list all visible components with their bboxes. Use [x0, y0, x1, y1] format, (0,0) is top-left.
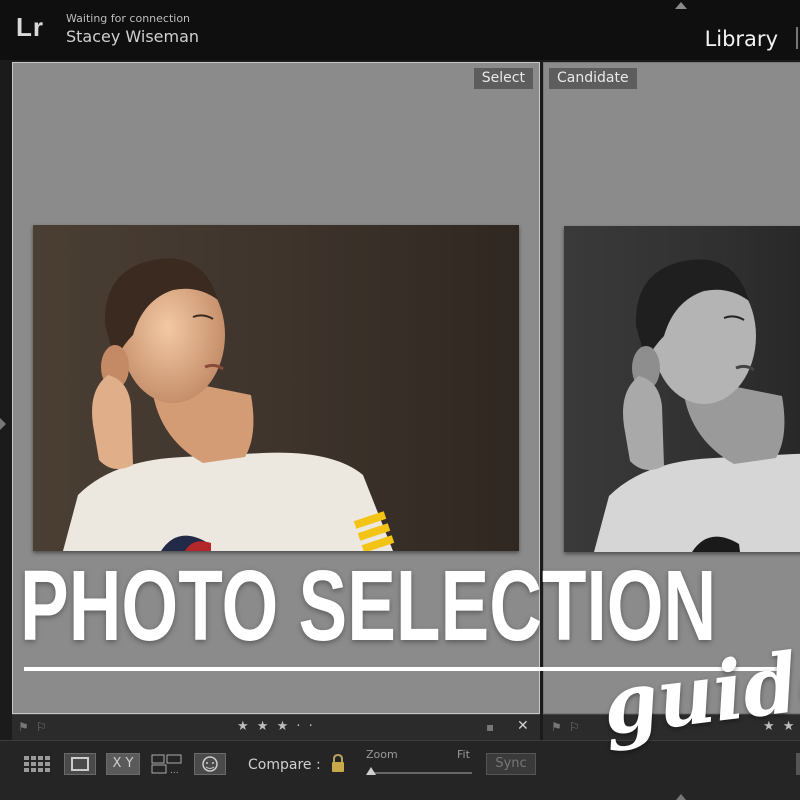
- top-panel-toggle-icon[interactable]: [675, 2, 687, 9]
- select-label: Select: [473, 68, 533, 89]
- zoom-slider-track[interactable]: [368, 772, 472, 774]
- candidate-label: Candidate: [549, 68, 637, 89]
- sync-button[interactable]: Sync: [486, 753, 536, 775]
- grid-view-button[interactable]: [22, 753, 54, 775]
- boy-portrait-bw: [594, 259, 800, 552]
- filmstrip-toggle-icon[interactable]: [676, 794, 686, 800]
- lightroom-logo: Lr: [16, 12, 44, 42]
- svg-text:...: ...: [170, 766, 179, 775]
- zoom-slider-thumb[interactable]: [366, 767, 376, 775]
- loupe-view-button[interactable]: [64, 753, 96, 775]
- grid-icon: [24, 756, 50, 772]
- loupe-icon: [71, 757, 89, 771]
- connection-status: Waiting for connection: [66, 12, 191, 25]
- left-panel-toggle-icon[interactable]: [0, 418, 6, 430]
- boy-portrait-color: [63, 258, 395, 551]
- candidate-photo[interactable]: [564, 226, 800, 552]
- compare-label: Compare :: [248, 757, 321, 773]
- survey-view-button[interactable]: ...: [150, 753, 184, 776]
- reject-flag-icon[interactable]: ⚐: [36, 720, 47, 734]
- module-separator: [796, 27, 798, 49]
- lock-icon[interactable]: [330, 753, 346, 773]
- select-info-strip: ⚑ ⚐ ★ ★ ★ · · ▪ ✕: [12, 714, 540, 740]
- color-label-icon[interactable]: ▪: [486, 720, 494, 734]
- close-select-button[interactable]: ✕: [517, 718, 529, 734]
- reject-flag-icon[interactable]: ⚐: [569, 720, 580, 734]
- bottom-toolbar: X Y ... Compare : Zoom Fit Sync: [0, 740, 800, 800]
- identity-plate: Lr Waiting for connection Stacey Wiseman…: [0, 0, 800, 60]
- headline-text: PHOTO SELECTION: [20, 550, 717, 662]
- user-name: Stacey Wiseman: [66, 27, 200, 46]
- flag-icon[interactable]: ⚑: [551, 720, 562, 734]
- select-photo[interactable]: [33, 225, 519, 551]
- face-icon: [202, 756, 218, 772]
- module-library-tab[interactable]: Library: [705, 27, 778, 51]
- zoom-label: Zoom: [366, 748, 398, 761]
- people-view-button[interactable]: [194, 753, 226, 775]
- toolbar-overflow-button[interactable]: [796, 753, 800, 775]
- compare-view-button[interactable]: X Y: [106, 753, 140, 775]
- flag-icon[interactable]: ⚑: [18, 720, 29, 734]
- select-star-rating[interactable]: ★ ★ ★ · ·: [237, 719, 315, 734]
- survey-icon: ...: [151, 754, 182, 776]
- fit-label: Fit: [457, 748, 470, 761]
